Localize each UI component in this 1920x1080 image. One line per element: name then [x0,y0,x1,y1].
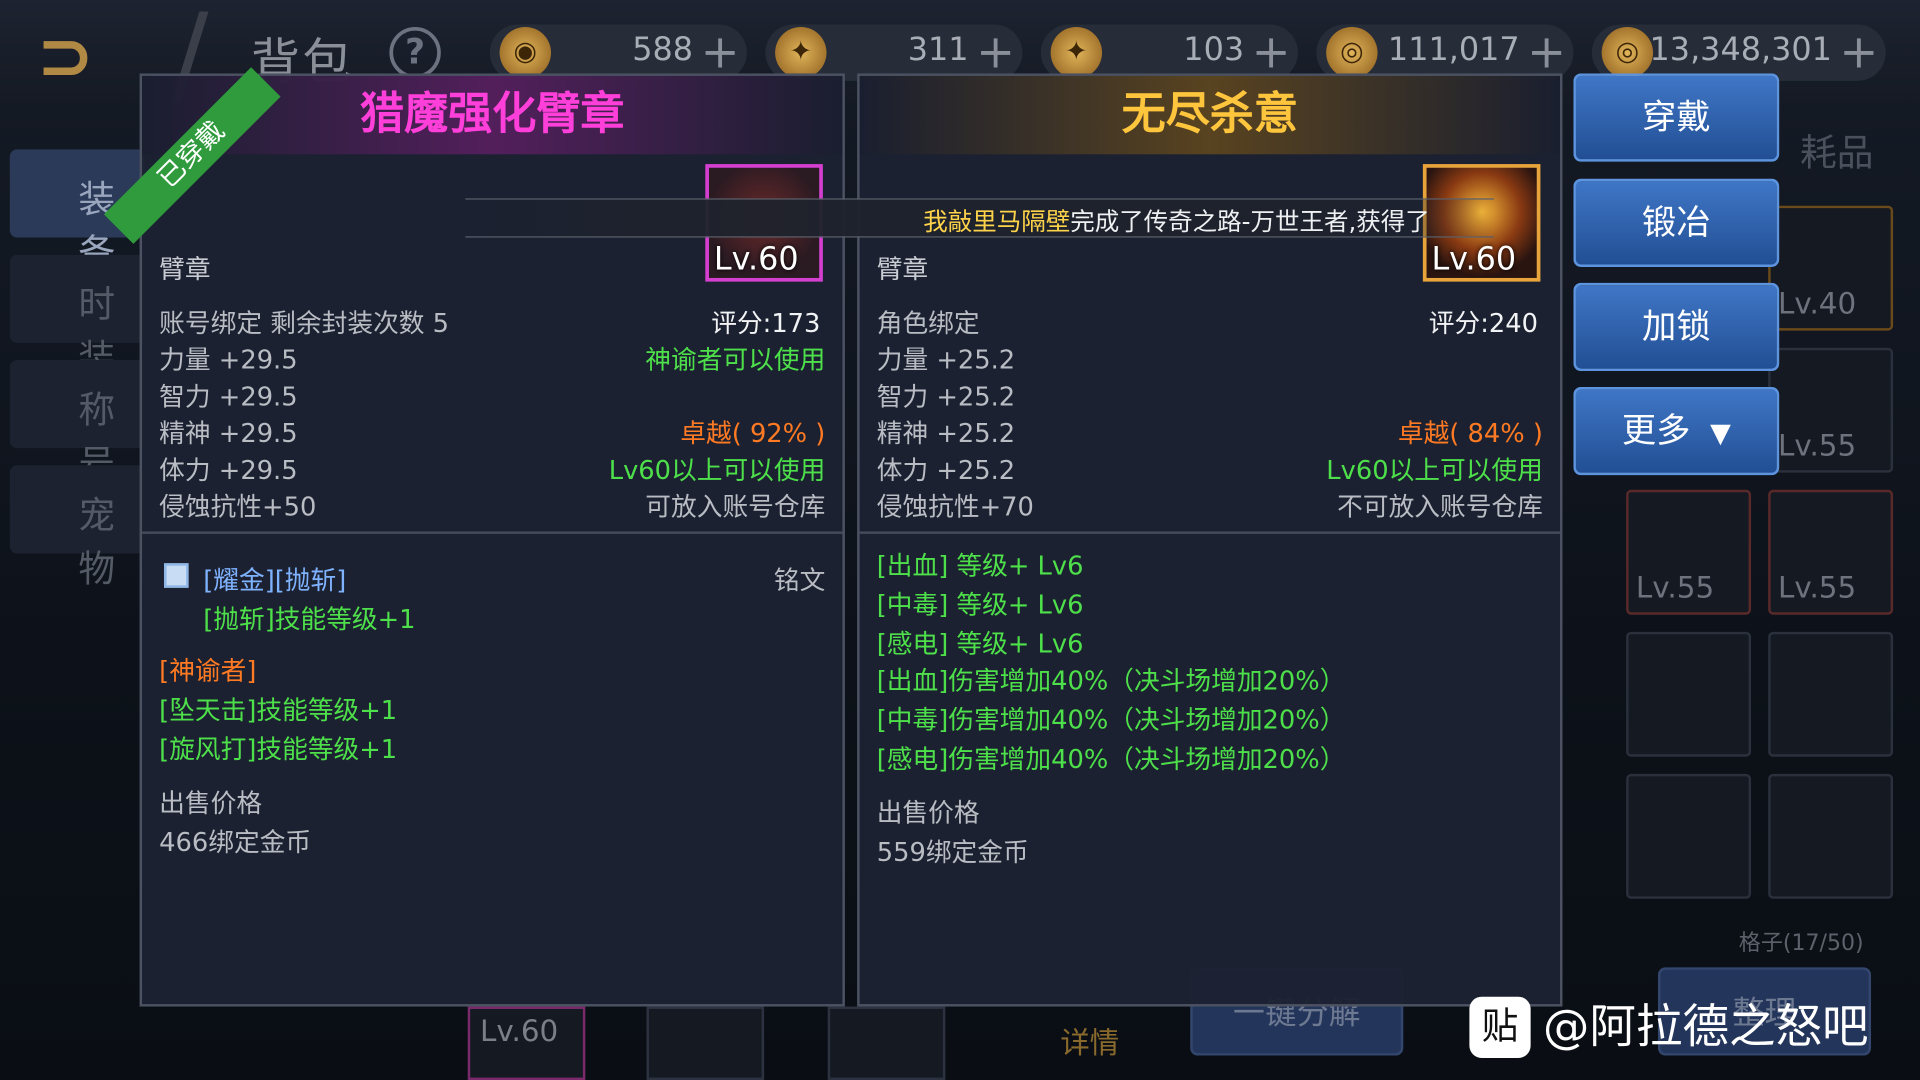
inscription-effect: [抛斩]技能等级+1 [203,604,416,635]
stat-line: 侵蚀抗性+50 [159,492,317,522]
inventory-slot[interactable] [1768,773,1894,899]
bind-info: 角色绑定 [876,308,980,338]
broadcast-player: 我敲里马隔壁 [923,206,1071,237]
stat-line: 侵蚀抗性+70 [876,492,1034,522]
effect-line: [出血]伤害增加40%（决斗场增加20%） [876,666,1346,696]
inventory-slot[interactable] [1626,773,1752,899]
quality: 卓越( 92% ) [680,418,826,449]
wear-button[interactable]: 穿戴 [1573,73,1780,162]
detail-button[interactable]: 详情 [1060,1019,1119,1062]
currency-scroll-1: ✦ 311 + [765,24,1023,81]
grid-count: 格子(17/50) [1738,930,1864,957]
inscription-tag: 铭文 [773,565,826,596]
currency-coin: ◉ 588 + [489,24,747,81]
tab-title[interactable]: 称号 [9,360,145,486]
tieba-logo-icon: 贴 [1469,996,1531,1058]
class-requirement: 神谕者可以使用 [645,345,826,375]
currency-gold-1: ◎ 111,017 + [1316,24,1574,81]
effect-line: [出血] 等级+ Lv6 [876,551,1084,581]
inscription-label: [耀金][抛斩] [203,565,347,596]
effect-line: [中毒] 等级+ Lv6 [876,590,1084,620]
scroll-icon: ✦ [775,26,827,79]
storage-info: 可放入账号仓库 [645,492,826,522]
sell-value: 466绑定金币 [159,827,312,858]
stat-line: 力量 +25.2 [876,345,1016,375]
inventory-slot[interactable] [1626,631,1752,757]
equipped-slot[interactable]: Lv.60 [467,1006,586,1080]
item-type: 臂章 [876,254,929,285]
currency-value: 311 [907,31,969,69]
currency-gold-2: ◎ 13,348,301 + [1591,24,1886,81]
broadcast-bar: 我敲里马隔壁完成了传奇之路-万世王者,获得了 [465,198,1494,238]
level-requirement: Lv60以上可以使用 [1326,455,1543,485]
equipped-slot[interactable] [827,1006,946,1080]
add-currency-button[interactable]: + [1252,27,1291,76]
stat-line: 精神 +25.2 [876,418,1016,449]
stat-line: 力量 +29.5 [159,345,298,375]
add-currency-button[interactable]: + [1527,27,1566,76]
lock-button[interactable]: 加锁 [1573,282,1780,372]
storage-info: 不可放入账号仓库 [1337,492,1543,522]
tab-fashion[interactable]: 时装 [9,254,145,381]
more-label: 更多 [1621,410,1691,451]
broadcast-text: 完成了传奇之路-万世王者,获得了 [1070,206,1430,237]
stat-line: 智力 +29.5 [159,382,298,412]
chevron-down-icon: ▼ [1710,418,1731,450]
help-icon[interactable]: ? [389,26,441,79]
class-label: [神谕者] [159,656,257,686]
inventory-slot[interactable]: Lv.40 [1768,205,1894,331]
stat-line: 体力 +25.2 [876,455,1016,485]
divider [859,531,1561,534]
coin-icon: ◉ [499,26,552,79]
tab-consumables[interactable]: 耗品 [1800,122,1873,176]
stat-line: 智力 +25.2 [876,382,1016,412]
quality: 卓越( 84% ) [1397,418,1543,449]
forge-button[interactable]: 锻冶 [1573,178,1780,267]
equipped-slot[interactable] [646,1006,765,1080]
inventory-slot[interactable] [1768,631,1894,757]
watermark-text: @阿拉德之怒吧 [1542,999,1869,1054]
currency-value: 103 [1183,31,1245,69]
scroll-icon: ✦ [1050,26,1103,79]
more-button[interactable]: 更多 ▼ [1573,386,1780,476]
effect-line: [感电] 等级+ Lv6 [876,629,1084,659]
effect-line: [中毒]伤害增加40%（决斗场增加20%） [876,705,1346,735]
bind-info: 账号绑定 剩余封装次数 5 [159,308,450,338]
item-score: 评分:173 [711,308,821,338]
item-type: 臂章 [159,254,211,285]
add-currency-button[interactable]: + [976,27,1015,76]
level-requirement: Lv60以上可以使用 [608,455,826,485]
sell-label: 出售价格 [876,798,980,828]
tab-pet[interactable]: 宠物 [9,465,145,591]
back-arrow-icon[interactable]: ⊃ [37,21,147,93]
divider [142,531,843,534]
inventory-slot[interactable]: Lv.55 [1768,489,1894,615]
inventory-slot[interactable]: Lv.55 [1626,489,1752,615]
gold-icon: ◎ [1601,26,1654,79]
currency-value: 13,348,301 [1649,31,1832,69]
currency-value: 588 [632,31,694,69]
effect-line: [感电]伤害增加40%（决斗场增加20%） [876,744,1346,774]
item-score: 评分:240 [1428,308,1538,338]
sell-value: 559绑定金币 [876,837,1029,867]
gold-icon: ◎ [1326,26,1378,79]
inventory-slot[interactable]: Lv.55 [1768,347,1894,473]
class-effect: [坠天击]技能等级+1 [159,695,398,725]
currency-value: 111,017 [1387,31,1520,69]
sell-label: 出售价格 [159,788,263,818]
stat-line: 精神 +29.5 [159,418,298,449]
game-screen: ⊃ / 背包 ? ◉ 588 + ✦ 311 + ✦ 103 + ◎ 111,0… [0,0,1920,1080]
stat-line: 体力 +29.5 [159,455,298,485]
item-name: 无尽杀意 [859,75,1561,155]
add-currency-button[interactable]: + [701,27,740,76]
watermark: 贴 @阿拉德之怒吧 [1469,989,1869,1058]
inscription-icon [164,563,189,588]
add-currency-button[interactable]: + [1839,27,1878,76]
currency-scroll-2: ✦ 103 + [1040,24,1298,81]
class-effect: [旋风打]技能等级+1 [159,734,398,765]
